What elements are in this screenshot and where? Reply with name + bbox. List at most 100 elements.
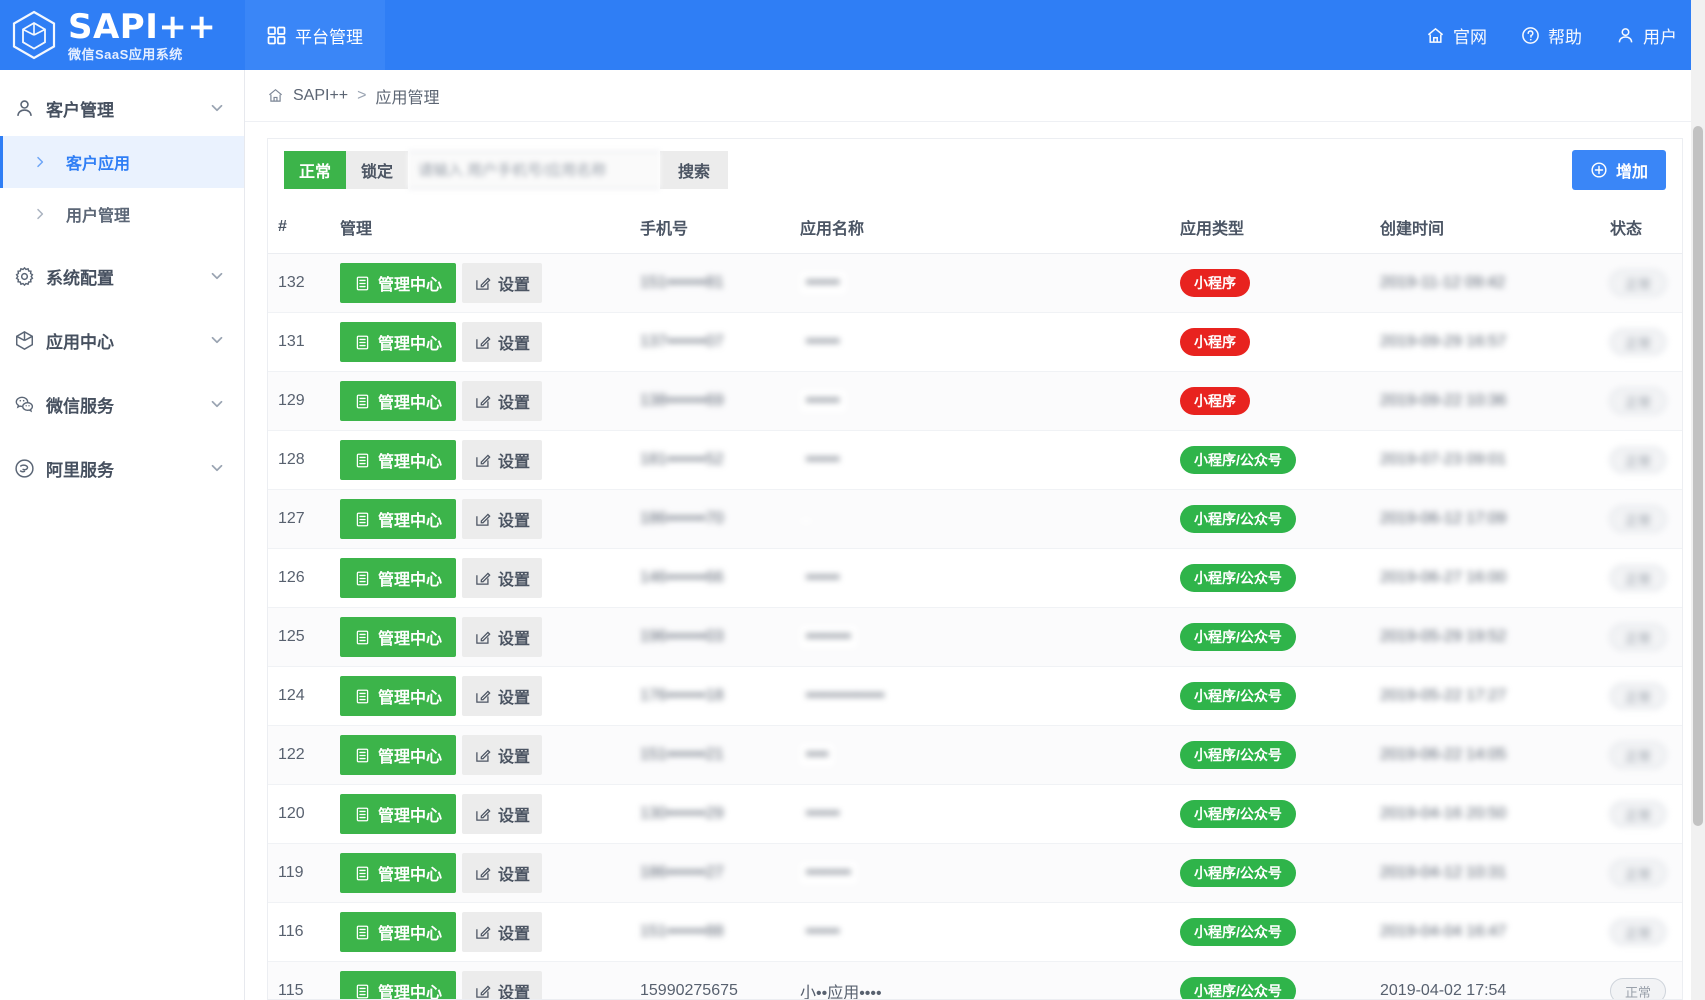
manage-center-button[interactable]: 管理中心 xyxy=(340,322,456,362)
table-row[interactable]: 129管理中心设置138•••••••69••••••小程序2019-09-22… xyxy=(268,372,1682,431)
setting-button[interactable]: 设置 xyxy=(462,971,542,999)
cell-phone: 181•••••••52 xyxy=(630,431,790,490)
manage-center-label: 管理中心 xyxy=(378,271,442,295)
table-row[interactable]: 119管理中心设置186•••••••27••••••••小程序/公众号2019… xyxy=(268,844,1682,903)
setting-button[interactable]: 设置 xyxy=(462,617,542,657)
manage-center-button[interactable]: 管理中心 xyxy=(340,617,456,657)
sidebar-group-wechat-service[interactable]: 微信服务 xyxy=(0,376,244,432)
filter-locked-button[interactable]: 锁定 xyxy=(346,151,408,189)
cell-manage: 管理中心设置 xyxy=(330,431,630,490)
cell-status: 正常 xyxy=(1600,313,1682,372)
manage-center-button[interactable]: 管理中心 xyxy=(340,263,456,303)
manage-center-button[interactable]: 管理中心 xyxy=(340,676,456,716)
setting-button[interactable]: 设置 xyxy=(462,322,542,362)
setting-button[interactable]: 设置 xyxy=(462,558,542,598)
status-badge: 正常 xyxy=(1610,565,1666,591)
manage-center-button[interactable]: 管理中心 xyxy=(340,971,456,999)
cell-manage: 管理中心 设置 xyxy=(330,844,630,903)
table-row[interactable]: 125管理中心设置196•••••••03••••••••小程序/公众号2019… xyxy=(268,608,1682,667)
setting-button[interactable]: 设置 xyxy=(462,381,542,421)
page-scrollbar-thumb[interactable] xyxy=(1693,126,1703,826)
table-scroll-area[interactable]: # 管理 手机号 应用名称 应用类型 创建时间 状态 132管理中心设置151•… xyxy=(268,201,1682,999)
manage-center-button[interactable]: 管理中心 xyxy=(340,440,456,480)
manage-center-button[interactable]: 管理中心 xyxy=(340,381,456,421)
page-scrollbar[interactable] xyxy=(1691,0,1705,1000)
setting-button[interactable]: 设置 xyxy=(462,853,542,893)
setting-button[interactable]: 设置 xyxy=(462,794,542,834)
list-icon xyxy=(354,629,371,646)
setting-button[interactable]: 设置 xyxy=(462,735,542,775)
app-name-value: •••• xyxy=(800,744,834,766)
cell-phone: 138•••••••69 xyxy=(630,372,790,431)
manage-center-button[interactable]: 管理中心 xyxy=(340,499,456,539)
search-input[interactable] xyxy=(408,151,660,189)
setting-button[interactable]: 设置 xyxy=(462,912,542,952)
cell-created: 2019-04-16 20:50 xyxy=(1370,785,1600,844)
edit-square-icon xyxy=(474,865,491,882)
cell-app-type: 小程序/公众号 xyxy=(1170,844,1370,903)
sidebar-group-alibaba-service[interactable]: 阿里服务 xyxy=(0,440,244,496)
cell-created: 2019-06-12 17:09 xyxy=(1370,490,1600,549)
cell-app-name: •••••• xyxy=(790,254,1170,313)
table-row[interactable]: 128管理中心设置181•••••••52••••••小程序/公众号2019-0… xyxy=(268,431,1682,490)
manage-center-label: 管理中心 xyxy=(378,861,442,885)
table-row[interactable]: 115管理中心设置15990275675小••应用••••小程序/公众号2019… xyxy=(268,962,1682,1000)
table-row[interactable]: 132管理中心设置151•••••••81••••••小程序2019-11-12… xyxy=(268,254,1682,313)
manage-center-button[interactable]: 管理中心 xyxy=(340,853,456,893)
app-type-badge: 小程序 xyxy=(1180,328,1250,356)
manage-center-button[interactable]: 管理中心 xyxy=(340,912,456,952)
setting-button[interactable]: 设置 xyxy=(462,499,542,539)
setting-label: 设置 xyxy=(498,330,530,354)
manage-center-button[interactable]: 管理中心 xyxy=(340,794,456,834)
cell-id: 131 xyxy=(268,313,330,372)
table-row[interactable]: 120管理中心设置130•••••••29••••••小程序/公众号2019-0… xyxy=(268,785,1682,844)
app-name-value: •••••• xyxy=(800,449,846,471)
table-row[interactable]: 122管理中心设置151•••••••21••••小程序/公众号2019-06-… xyxy=(268,726,1682,785)
table-row[interactable]: 124管理中心设置176•••••••18••••••••••••••小程序/公… xyxy=(268,667,1682,726)
brand-logo[interactable]: SAPI++ 微信SaaS应用系统 xyxy=(0,0,245,70)
filter-normal-button[interactable]: 正常 xyxy=(284,151,346,189)
cell-app-type: 小程序 xyxy=(1170,313,1370,372)
brand-title: SAPI++ xyxy=(68,10,216,44)
search-button[interactable]: 搜索 xyxy=(660,151,728,189)
setting-label: 设置 xyxy=(498,861,530,885)
list-icon xyxy=(354,806,371,823)
table-row[interactable]: 116管理中心设置151•••••••88••••••小程序/公众号2019-0… xyxy=(268,903,1682,962)
table-row[interactable]: 126管理中心设置146•••••••66••••••小程序/公众号2019-0… xyxy=(268,549,1682,608)
table-row[interactable]: 131管理中心设置137•••••••07••••••小程序2019-09-29… xyxy=(268,313,1682,372)
list-icon xyxy=(354,570,371,587)
body: 客户管理 客户应用 用户管理 xyxy=(0,70,1705,1000)
sidebar-group-alibaba-service-label: 阿里服务 xyxy=(40,456,208,481)
cell-id: 116 xyxy=(268,903,330,962)
cell-app-name: •••••• xyxy=(790,431,1170,490)
add-button[interactable]: 增加 xyxy=(1572,150,1666,190)
app-type-badge: 小程序/公众号 xyxy=(1180,800,1296,828)
setting-button[interactable]: 设置 xyxy=(462,263,542,303)
tab-platform-management[interactable]: 平台管理 xyxy=(245,0,385,70)
manage-center-button[interactable]: 管理中心 xyxy=(340,735,456,775)
sidebar-item-customer-apps-label: 客户应用 xyxy=(58,150,130,174)
edit-square-icon xyxy=(474,334,491,351)
top-bar-right: 官网 帮助 用户 xyxy=(1426,0,1705,70)
cell-manage: 管理中心设置 xyxy=(330,962,630,1000)
table-head: # 管理 手机号 应用名称 应用类型 创建时间 状态 xyxy=(268,201,1682,254)
table-row[interactable]: 127管理中心设置186•••••••70小程序/公众号2019-06-12 1… xyxy=(268,490,1682,549)
sidebar-item-user-management[interactable]: 用户管理 xyxy=(0,188,244,240)
setting-button[interactable]: 设置 xyxy=(462,440,542,480)
cube-icon xyxy=(14,330,40,351)
help-link[interactable]: 帮助 xyxy=(1521,23,1582,48)
sidebar-group-system-config[interactable]: 系统配置 xyxy=(0,248,244,304)
manage-center-button[interactable]: 管理中心 xyxy=(340,558,456,598)
sidebar-item-customer-apps[interactable]: 客户应用 xyxy=(0,136,244,188)
content-panel: 正常 锁定 搜索 增加 xyxy=(245,122,1705,1000)
cell-app-name: •••••• xyxy=(790,313,1170,372)
grid-apps-icon xyxy=(267,26,286,45)
breadcrumb-root[interactable]: SAPI++ xyxy=(293,87,348,105)
setting-button[interactable]: 设置 xyxy=(462,676,542,716)
cell-created: 2019-04-04 16:47 xyxy=(1370,903,1600,962)
official-site-link[interactable]: 官网 xyxy=(1426,23,1487,48)
breadcrumb-separator: > xyxy=(357,87,366,105)
user-menu[interactable]: 用户 xyxy=(1616,23,1677,48)
sidebar-group-app-center[interactable]: 应用中心 xyxy=(0,312,244,368)
sidebar-group-customer-management[interactable]: 客户管理 xyxy=(0,80,244,136)
